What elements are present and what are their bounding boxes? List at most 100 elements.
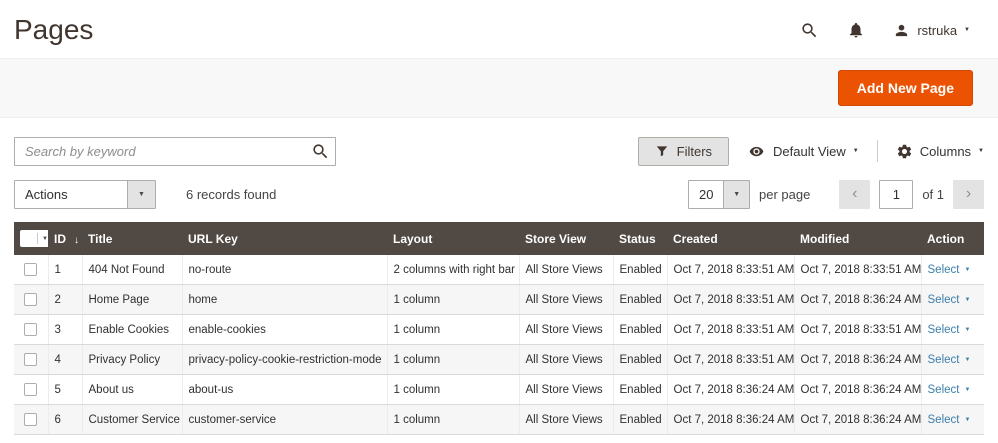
column-header-url-key[interactable]: URL Key (182, 222, 387, 255)
cell-title: About us (81, 374, 182, 405)
per-page-dropdown[interactable]: 20 ▼ (687, 179, 750, 209)
chevron-down-icon: ▼ (964, 356, 971, 363)
cell-title: Customer Service (81, 404, 182, 435)
chevron-down-icon: ▼ (723, 180, 749, 208)
cell-modified: Oct 7, 2018 8:36:24 AM (793, 344, 921, 375)
cell-url-key: customer-service (181, 404, 387, 435)
column-header-title[interactable]: Title (82, 222, 182, 255)
column-header-status[interactable]: Status (613, 222, 667, 255)
pages-grid-table: ▼ ID ↓ Title URL Key Layout Store View St… (14, 222, 984, 435)
notifications-bell-icon[interactable] (847, 21, 865, 39)
user-menu[interactable]: rstruka ▼ (893, 22, 970, 39)
table-row[interactable]: 3 Enable Cookies enable-cookies 1 column… (14, 314, 984, 345)
column-header-action: Action (921, 222, 984, 255)
cell-layout: 1 column (386, 314, 519, 345)
table-row[interactable]: 4 Privacy Policy privacy-policy-cookie-r… (14, 344, 984, 375)
row-checkbox[interactable] (24, 293, 38, 306)
cell-status: Enabled (612, 314, 667, 345)
cell-status: Enabled (612, 255, 667, 285)
cell-title: Home Page (81, 284, 182, 315)
column-header-store-view[interactable]: Store View (519, 222, 613, 255)
page-header: Pages rstruka ▼ (0, 0, 998, 58)
cell-id: 3 (47, 314, 82, 345)
cell-store-view: All Store Views (518, 314, 613, 345)
search-icon[interactable] (800, 21, 819, 40)
gear-icon (897, 144, 911, 158)
select-action-link[interactable]: Select ▼ (928, 384, 971, 396)
cell-id: 5 (47, 374, 82, 405)
add-new-page-button[interactable]: Add New Page (837, 70, 973, 106)
total-pages-label: of 1 (922, 186, 944, 202)
filter-funnel-icon (656, 146, 667, 157)
cell-modified: Oct 7, 2018 8:33:51 AM (793, 314, 921, 345)
search-icon (313, 143, 328, 158)
user-icon (893, 22, 910, 39)
row-checkbox[interactable] (24, 263, 38, 276)
default-view-label: Default View (773, 143, 846, 159)
table-row[interactable]: 5 About us about-us 1 column All Store V… (14, 374, 984, 405)
row-checkbox[interactable] (24, 323, 38, 336)
cell-id: 1 (47, 255, 82, 285)
column-header-layout[interactable]: Layout (387, 222, 519, 255)
cell-id: 2 (47, 284, 82, 315)
cell-url-key: home (181, 284, 387, 315)
select-action-link[interactable]: Select ▼ (928, 294, 971, 306)
keyword-search (14, 136, 336, 166)
cell-created: Oct 7, 2018 8:33:51 AM (666, 344, 794, 375)
chevron-down-icon: ▼ (127, 180, 155, 208)
pagination: 20 ▼ per page ‹ of 1 › (687, 179, 984, 209)
select-all-checkbox[interactable]: ▼ (20, 230, 48, 247)
cell-title: Privacy Policy (81, 344, 182, 375)
cell-store-view: All Store Views (518, 344, 613, 375)
username-label: rstruka (917, 22, 958, 38)
grid-toolbar-right: Filters Default View ▼ Columns ▼ (637, 136, 984, 166)
cell-id: 6 (47, 404, 82, 435)
columns-label: Columns (919, 143, 972, 159)
table-row[interactable]: 6 Customer Service customer-service 1 co… (14, 404, 984, 435)
cell-created: Oct 7, 2018 8:33:51 AM (666, 314, 794, 345)
cell-created: Oct 7, 2018 8:36:24 AM (666, 404, 794, 435)
search-submit-button[interactable] (309, 140, 332, 166)
chevron-down-icon: ▼ (978, 148, 984, 154)
bulk-bar: Actions ▼ 6 records found 20 ▼ per page … (14, 179, 984, 209)
next-page-button[interactable]: › (953, 179, 984, 209)
cell-url-key: about-us (181, 374, 387, 405)
top-nav-icons: rstruka ▼ (800, 21, 970, 40)
cell-url-key: privacy-policy-cookie-restriction-mode (181, 344, 387, 375)
row-checkbox[interactable] (24, 413, 38, 426)
select-action-link[interactable]: Select ▼ (928, 414, 971, 426)
page-title: Pages (14, 14, 94, 45)
grid-header-row: ▼ ID ↓ Title URL Key Layout Store View St… (14, 222, 984, 255)
cell-created: Oct 7, 2018 8:33:51 AM (666, 255, 794, 285)
records-found-label: 6 records found (186, 186, 277, 202)
cell-status: Enabled (612, 344, 667, 375)
grid-toolbar: Filters Default View ▼ Columns ▼ (14, 136, 984, 166)
chevron-down-icon: ▼ (964, 296, 971, 303)
select-action-link[interactable]: Select ▼ (928, 324, 971, 336)
table-row[interactable]: 2 Home Page home 1 column All Store View… (14, 284, 984, 315)
column-header-id[interactable]: ID ↓ (48, 222, 82, 255)
select-action-link[interactable]: Select ▼ (928, 354, 971, 366)
cell-status: Enabled (612, 404, 667, 435)
columns-button[interactable]: Columns ▼ (896, 143, 984, 160)
filters-button[interactable]: Filters (637, 136, 730, 166)
cell-layout: 1 column (386, 344, 519, 375)
table-row[interactable]: 1 404 Not Found no-route 2 columns with … (14, 255, 984, 285)
cell-modified: Oct 7, 2018 8:36:24 AM (793, 374, 921, 405)
default-view-button[interactable]: Default View ▼ (747, 144, 859, 159)
row-checkbox[interactable] (24, 383, 38, 396)
column-header-created[interactable]: Created (667, 222, 794, 255)
select-action-link[interactable]: Select ▼ (928, 264, 971, 276)
actions-dropdown[interactable]: Actions ▼ (14, 179, 156, 209)
cell-modified: Oct 7, 2018 8:33:51 AM (793, 255, 921, 285)
chevron-down-icon: ▼ (964, 27, 970, 33)
cell-modified: Oct 7, 2018 8:36:24 AM (793, 284, 921, 315)
previous-page-button[interactable]: ‹ (839, 179, 871, 209)
search-input[interactable] (14, 136, 336, 166)
row-checkbox[interactable] (24, 353, 38, 366)
current-page-input[interactable] (879, 179, 914, 209)
column-header-modified[interactable]: Modified (794, 222, 921, 255)
bulk-left: Actions ▼ 6 records found (14, 179, 277, 209)
cell-store-view: All Store Views (518, 284, 613, 315)
cell-layout: 1 column (386, 374, 519, 405)
